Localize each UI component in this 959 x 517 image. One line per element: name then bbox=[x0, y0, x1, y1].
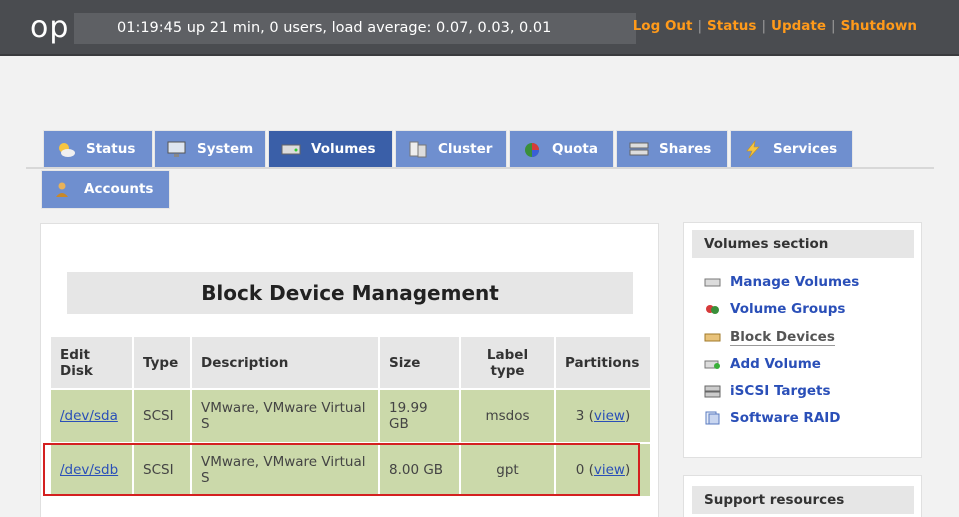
sidebar-menu: Manage Volumes Volume Groups Block Devic… bbox=[704, 272, 859, 436]
type-cell: SCSI bbox=[132, 388, 192, 444]
uptime-status: 01:19:45 up 21 min, 0 users, load averag… bbox=[74, 13, 636, 44]
disk-cell: /dev/sdb bbox=[49, 442, 134, 498]
status-link[interactable]: Status bbox=[707, 18, 756, 34]
logo: op bbox=[30, 10, 70, 45]
size-cell: 8.00 GB bbox=[378, 442, 461, 498]
tab-system[interactable]: System bbox=[154, 130, 266, 169]
iscsi-icon bbox=[704, 385, 721, 398]
table-row: /dev/sda SCSI VMware, VMware Virtual S 1… bbox=[49, 388, 652, 444]
table-row: /dev/sdb SCSI VMware, VMware Virtual S 8… bbox=[49, 442, 652, 498]
block-devices-table: Edit Disk Type Description Size Label ty… bbox=[49, 335, 652, 498]
monitor-icon bbox=[167, 141, 186, 157]
top-bar: op 01:19:45 up 21 min, 0 users, load ave… bbox=[0, 0, 959, 56]
raid-icon bbox=[705, 411, 720, 425]
lightning-icon bbox=[746, 140, 760, 159]
tab-quota[interactable]: Quota bbox=[509, 130, 614, 169]
disk-cell: /dev/sda bbox=[49, 388, 134, 444]
top-links: Log Out | Status | Update | Shutdown bbox=[632, 18, 917, 34]
add-volume-icon bbox=[704, 360, 720, 369]
sidebar-item-block-devices[interactable]: Block Devices bbox=[704, 327, 859, 354]
tab-label: System bbox=[197, 141, 254, 157]
disk-link[interactable]: /dev/sda bbox=[60, 408, 118, 424]
partitions-cell: 3 (view) bbox=[554, 388, 652, 444]
tab-shares[interactable]: Shares bbox=[616, 130, 728, 169]
volumes-section-panel: Volumes section Manage Volumes Volume Gr… bbox=[683, 222, 922, 458]
tab-label: Shares bbox=[659, 141, 712, 157]
volume-groups-icon bbox=[706, 305, 719, 315]
col-size: Size bbox=[378, 335, 461, 390]
logout-link[interactable]: Log Out bbox=[633, 18, 693, 34]
tab-cluster[interactable]: Cluster bbox=[395, 130, 507, 169]
sun-cloud-icon bbox=[59, 143, 75, 157]
col-type: Type bbox=[132, 335, 192, 390]
support-title: Support resources bbox=[692, 486, 914, 514]
table-header-row: Edit Disk Type Description Size Label ty… bbox=[49, 335, 652, 390]
disk-link[interactable]: /dev/sdb bbox=[60, 462, 118, 478]
col-edit-disk: Edit Disk bbox=[49, 335, 134, 390]
partitions-cell: 0 (view) bbox=[554, 442, 652, 498]
col-description: Description bbox=[190, 335, 380, 390]
main-panel: Block Device Management Edit Disk Type D… bbox=[40, 223, 659, 517]
description-cell: VMware, VMware Virtual S bbox=[190, 442, 380, 498]
cluster-icon bbox=[409, 141, 427, 158]
sidebar-title: Volumes section bbox=[692, 230, 914, 258]
view-link[interactable]: view bbox=[594, 408, 625, 424]
sidebar-item-label[interactable]: Volume Groups bbox=[730, 301, 845, 317]
tab-label: Services bbox=[773, 141, 838, 157]
update-link[interactable]: Update bbox=[771, 18, 826, 34]
tab-label: Cluster bbox=[438, 141, 493, 157]
tab-divider bbox=[26, 167, 934, 169]
sidebar-item-label[interactable]: Manage Volumes bbox=[730, 274, 859, 290]
partition-count: 3 bbox=[575, 408, 585, 424]
col-label-type: Label type bbox=[459, 335, 556, 390]
tab-status[interactable]: Status bbox=[43, 130, 153, 169]
tab-label: Volumes bbox=[311, 141, 376, 157]
description-cell: VMware, VMware Virtual S bbox=[190, 388, 380, 444]
drive-icon bbox=[704, 278, 721, 287]
col-partitions: Partitions bbox=[554, 335, 652, 390]
sidebar-item-software-raid[interactable]: Software RAID bbox=[704, 408, 859, 435]
type-cell: SCSI bbox=[132, 442, 192, 498]
sidebar-item-manage-volumes[interactable]: Manage Volumes bbox=[704, 272, 859, 299]
label-type-cell: gpt bbox=[459, 442, 556, 498]
size-cell: 19.99 GB bbox=[378, 388, 461, 444]
server-icon bbox=[629, 142, 649, 156]
tab-label: Quota bbox=[552, 141, 598, 157]
sidebar-item-add-volume[interactable]: Add Volume bbox=[704, 354, 859, 381]
tab-label: Accounts bbox=[84, 181, 154, 197]
tab-label: Status bbox=[86, 141, 136, 157]
sidebar-item-label[interactable]: Add Volume bbox=[730, 356, 821, 372]
shutdown-link[interactable]: Shutdown bbox=[841, 18, 917, 34]
tab-volumes[interactable]: Volumes bbox=[268, 130, 393, 169]
sidebar-item-iscsi-targets[interactable]: iSCSI Targets bbox=[704, 381, 859, 408]
page-title: Block Device Management bbox=[67, 272, 633, 314]
view-link[interactable]: view bbox=[594, 462, 625, 478]
users-icon bbox=[56, 182, 68, 197]
sidebar-item-volume-groups[interactable]: Volume Groups bbox=[704, 299, 859, 326]
tab-services[interactable]: Services bbox=[730, 130, 853, 169]
drive-icon bbox=[281, 144, 301, 155]
partition-count: 0 bbox=[575, 462, 585, 478]
sidebar-item-label[interactable]: Block Devices bbox=[730, 328, 835, 346]
tab-accounts[interactable]: Accounts bbox=[41, 170, 170, 209]
block-devices-icon bbox=[704, 333, 721, 342]
pie-chart-icon bbox=[525, 143, 539, 157]
sidebar-item-label[interactable]: Software RAID bbox=[730, 410, 841, 426]
support-resources-panel: Support resources bbox=[683, 475, 922, 517]
label-type-cell: msdos bbox=[459, 388, 556, 444]
sidebar-item-label[interactable]: iSCSI Targets bbox=[730, 383, 831, 399]
